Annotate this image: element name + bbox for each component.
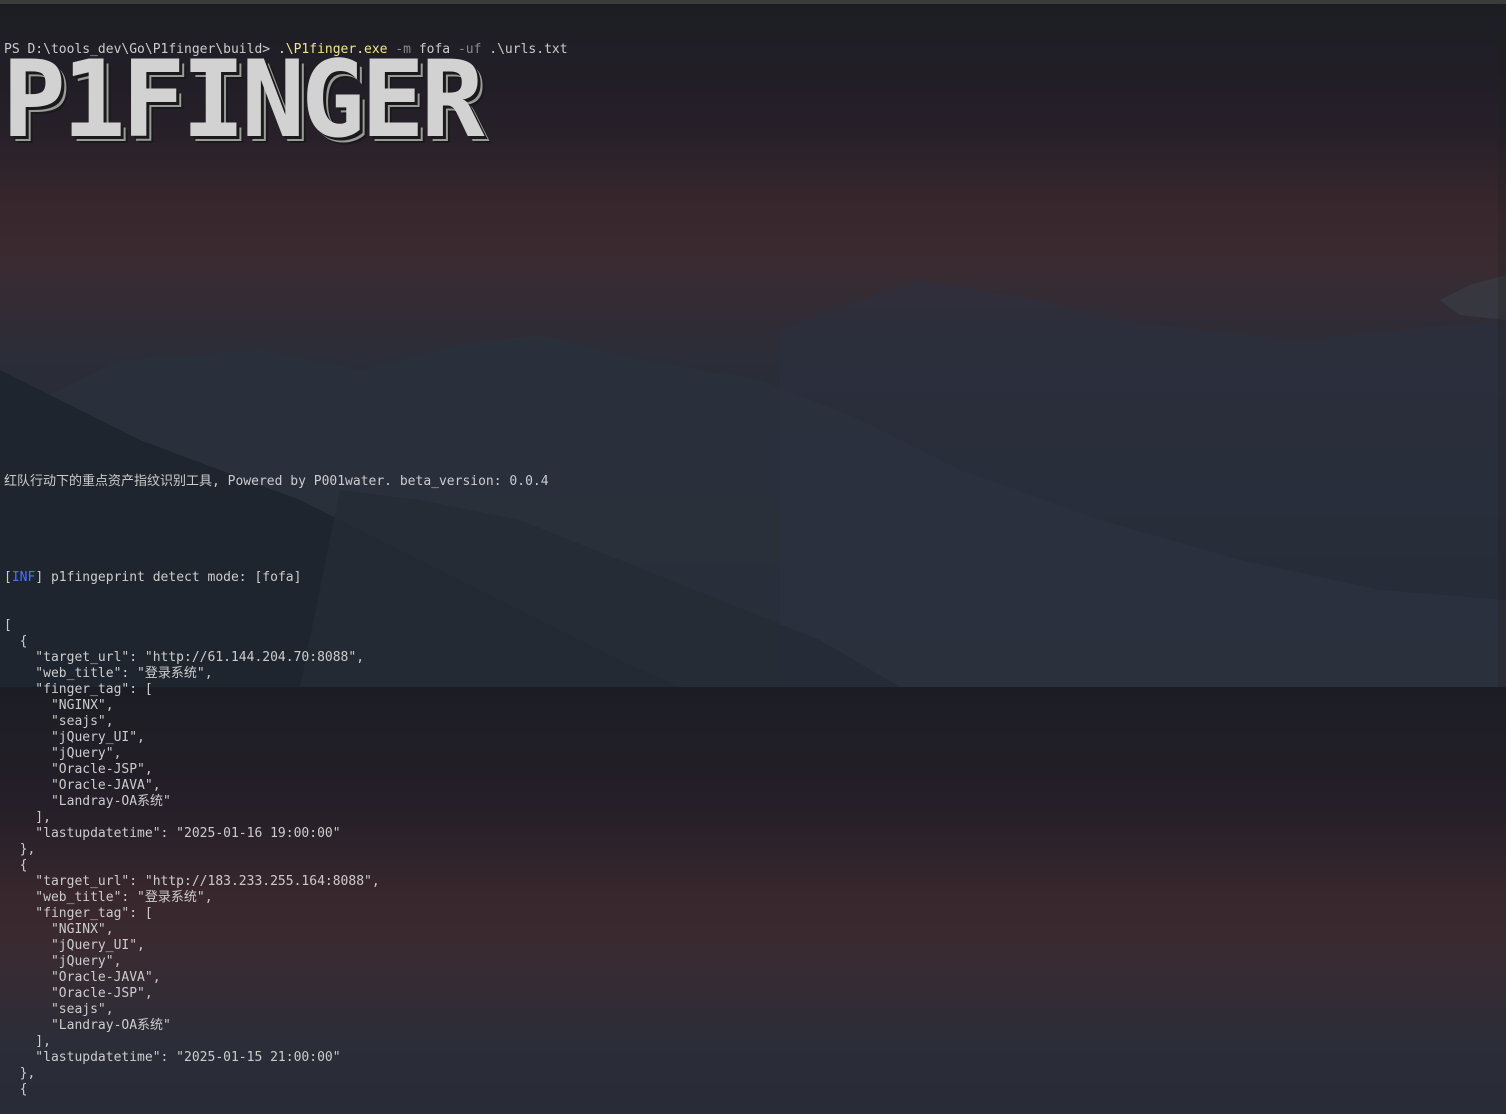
scrollbar[interactable] [1498, 4, 1506, 687]
prompt-path: PS D:\tools_dev\Go\P1finger\build> [4, 42, 278, 57]
output-line: "NGINX", [4, 698, 114, 713]
output-line: }, [4, 1066, 36, 1081]
output-line: "Landray-OA系统" [4, 794, 171, 809]
output-line: }, [4, 842, 36, 857]
info-bracket-open: [ [4, 570, 12, 585]
output-line: "Oracle-JAVA", [4, 778, 161, 793]
output-line: "seajs", [4, 714, 114, 729]
output-line: "seajs", [4, 1002, 114, 1017]
output-line: { [4, 634, 28, 649]
command-arg-mode: fofa [411, 42, 451, 57]
output-line: "jQuery_UI", [4, 938, 145, 953]
output-line: "Oracle-JSP", [4, 762, 153, 777]
output-line: "Oracle-JSP", [4, 986, 153, 1001]
output-line: "NGINX", [4, 922, 114, 937]
output-line: [ [4, 618, 12, 633]
output-line: "jQuery", [4, 746, 122, 761]
info-tag: INF [11, 570, 36, 585]
command-arg-file: .\urls.txt [481, 42, 568, 57]
output-line: "web_title": "登录系统", [4, 666, 213, 681]
output-line: "finger_tag": [ [4, 906, 153, 921]
output-line: "lastupdatetime": "2025-01-15 21:00:00" [4, 1050, 341, 1065]
output-line: "target_url": "http://183.233.255.164:80… [4, 874, 380, 889]
info-bracket-close: ] [35, 570, 44, 585]
terminal-output[interactable]: PS D:\tools_dev\Go\P1finger\build> .\P1f… [4, 10, 568, 1114]
output-line: "finger_tag": [ [4, 682, 153, 697]
info-message: p1fingeprint detect mode: [fofa] [43, 570, 302, 585]
output-line: "lastupdatetime": "2025-01-16 19:00:00" [4, 826, 341, 841]
output-line: "Landray-OA系统" [4, 1018, 171, 1033]
command-executable: .\P1finger.exe [277, 42, 388, 57]
output-line: "web_title": "登录系统", [4, 890, 213, 905]
info-line: [INF] p1fingeprint detect mode: [fofa] [4, 570, 568, 586]
command-arg-flag-m: -m [387, 42, 411, 57]
json-output: [ { "target_url": "http://61.144.204.70:… [4, 618, 568, 1098]
subtitle-line: 红队行动下的重点资产指纹识别工具, Powered by P001water. … [4, 474, 549, 489]
command-arg-flag-uf: -uf [450, 42, 482, 57]
output-line: ], [4, 1034, 51, 1049]
output-line: { [4, 858, 28, 873]
output-line: ], [4, 810, 51, 825]
output-line: "jQuery", [4, 954, 122, 969]
output-line: "Oracle-JAVA", [4, 970, 161, 985]
output-line: "target_url": "http://61.144.204.70:8088… [4, 650, 365, 665]
output-line: { [4, 1082, 28, 1097]
output-line: "jQuery_UI", [4, 730, 145, 745]
command-line: PS D:\tools_dev\Go\P1finger\build> .\P1f… [4, 42, 568, 58]
